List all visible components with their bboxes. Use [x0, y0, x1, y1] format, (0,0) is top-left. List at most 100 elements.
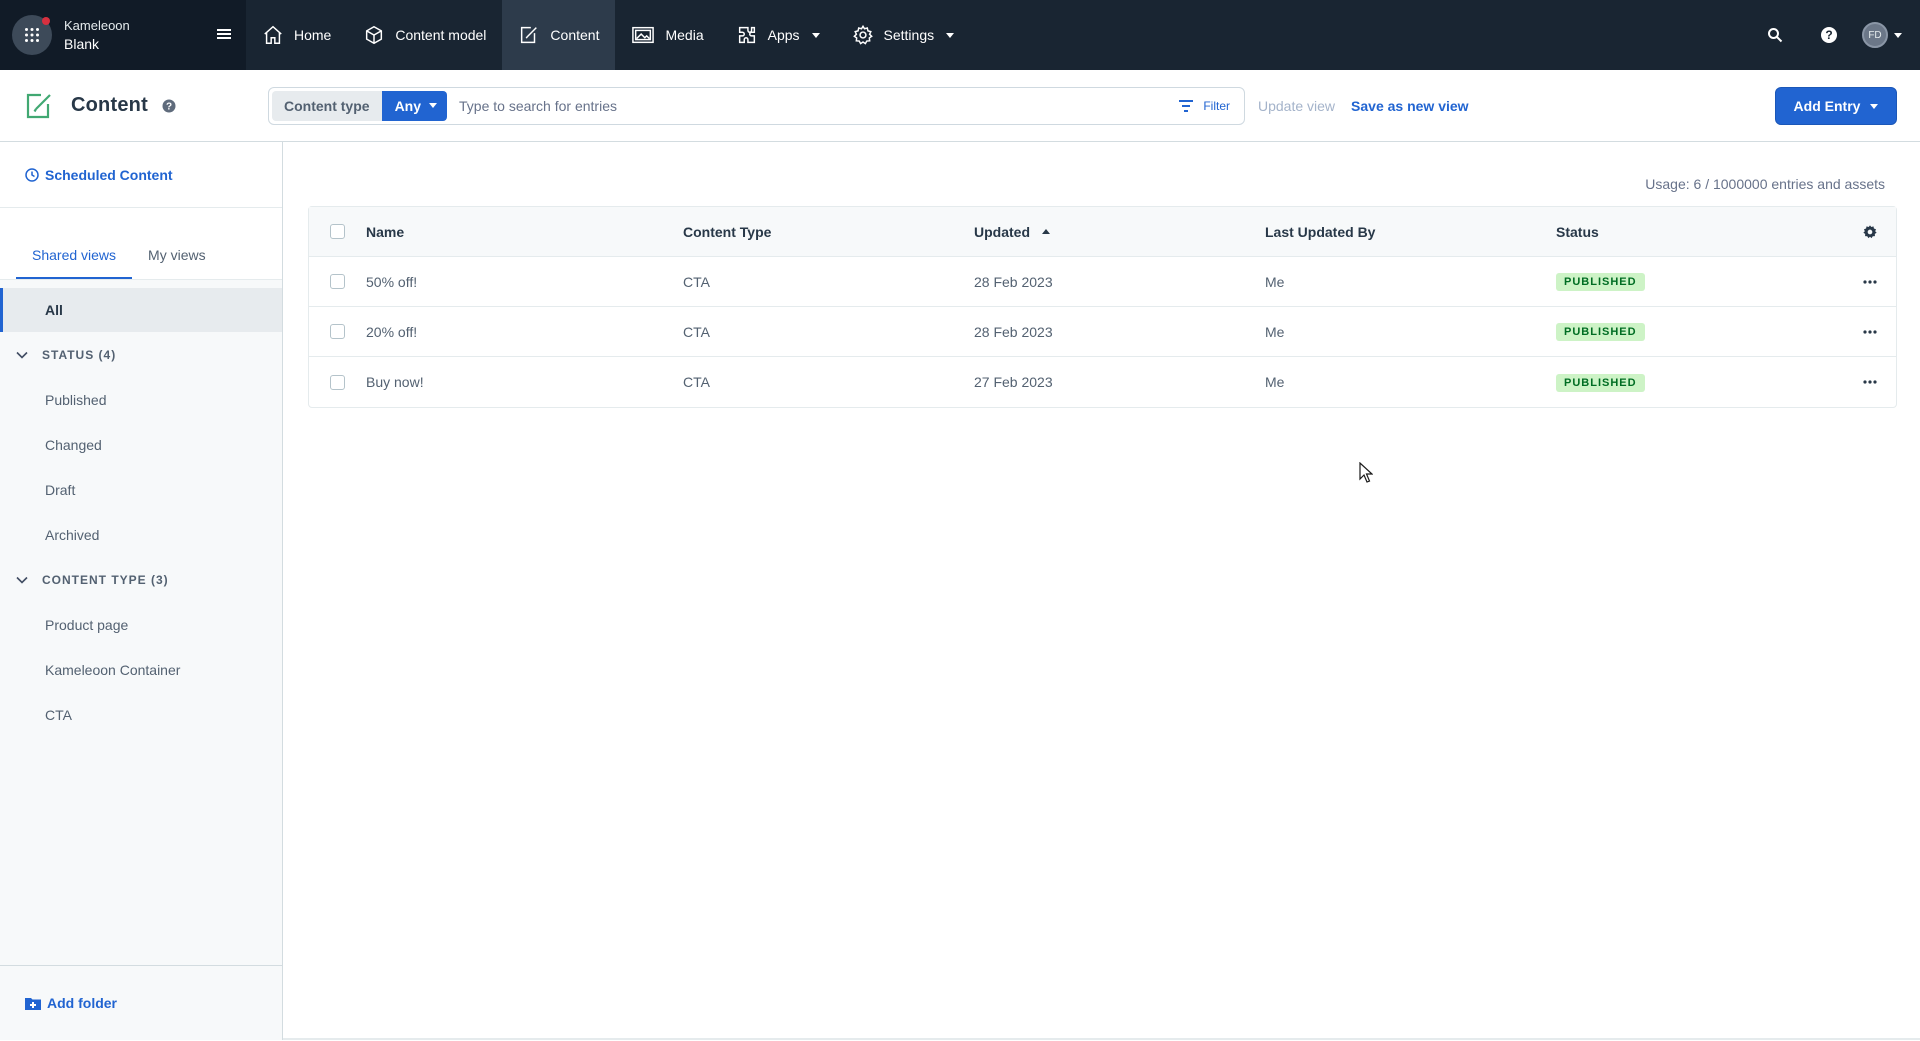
search-bar: Content type Any Filter: [268, 86, 1245, 125]
view-draft[interactable]: Draft: [0, 467, 282, 512]
add-entry-label: Add Entry: [1793, 98, 1861, 114]
entry-name[interactable]: 20% off!: [366, 324, 683, 340]
entry-updated: 28 Feb 2023: [974, 323, 1053, 340]
row-checkbox[interactable]: [330, 274, 345, 289]
content-type-selector[interactable]: Any: [381, 90, 448, 121]
row-actions-button[interactable]: [1847, 279, 1892, 284]
row-checkbox[interactable]: [330, 324, 345, 339]
page-title-area: Content ?: [0, 92, 268, 120]
table-settings-button[interactable]: [1847, 224, 1892, 240]
chevron-down-icon: [16, 351, 28, 359]
sort-ascending-icon: [1042, 229, 1050, 234]
gear-icon: [852, 24, 873, 45]
home-icon: [264, 25, 282, 44]
folder-content-type-label: CONTENT TYPE (3): [42, 572, 169, 587]
usage-info: Usage: 6 / 1000000 entries and assets: [1645, 176, 1885, 192]
view-cta[interactable]: CTA: [0, 692, 282, 737]
row-checkbox[interactable]: [330, 374, 345, 390]
app-launcher-button[interactable]: [12, 15, 52, 55]
entry-content-type: CTA: [683, 374, 710, 390]
chevron-down-icon: [16, 576, 28, 584]
chevron-down-icon: [1870, 103, 1879, 109]
table-row[interactable]: 20% off! CTA 28 Feb 2023 Me PUBLISHED: [309, 307, 1896, 357]
table-header: Name Content Type Updated Last Updated B…: [309, 207, 1896, 257]
column-updated[interactable]: Updated: [974, 224, 1265, 240]
table-row[interactable]: Buy now! CTA 27 Feb 2023 Me PUBLISHED: [309, 357, 1896, 407]
entry-updated-by: Me: [1265, 273, 1285, 290]
update-view-button[interactable]: Update view: [1258, 98, 1335, 114]
page-title: Content: [71, 94, 148, 116]
entry-name[interactable]: 50% off!: [366, 274, 683, 290]
media-icon: [632, 26, 655, 44]
entry-updated: 27 Feb 2023: [974, 374, 1053, 390]
search-icon: [1768, 28, 1783, 43]
add-entry-button[interactable]: Add Entry: [1775, 87, 1897, 125]
view-product-page[interactable]: Product page: [0, 602, 282, 647]
filter-button[interactable]: Filter: [1165, 91, 1244, 121]
nav-settings[interactable]: Settings: [836, 0, 971, 70]
content-type-value: Any: [394, 97, 422, 114]
svg-text:?: ?: [1825, 28, 1832, 42]
entry-updated: 28 Feb 2023: [974, 273, 1053, 290]
view-published[interactable]: Published: [0, 377, 282, 422]
add-folder-button[interactable]: Add folder: [0, 965, 282, 1040]
column-status: Status: [1556, 223, 1599, 240]
tab-shared-views[interactable]: Shared views: [16, 247, 133, 279]
entry-content-type: CTA: [683, 273, 710, 290]
nav-apps-label: Apps: [767, 27, 800, 43]
nav-media-label: Media: [665, 27, 704, 43]
gear-icon: [1862, 224, 1877, 238]
status-badge: PUBLISHED: [1556, 273, 1645, 291]
view-kameleoon-container[interactable]: Kameleoon Container: [0, 647, 282, 692]
help-icon[interactable]: ?: [162, 99, 176, 113]
tab-my-views[interactable]: My views: [132, 247, 222, 279]
content-icon: [521, 26, 538, 44]
search-input[interactable]: [459, 90, 1166, 121]
space-switcher[interactable]: Kameleoon Blank: [0, 0, 246, 70]
save-as-new-view-button[interactable]: Save as new view: [1351, 98, 1469, 114]
view-archived[interactable]: Archived: [0, 512, 282, 557]
table-row[interactable]: 50% off! CTA 28 Feb 2023 Me PUBLISHED: [309, 257, 1896, 307]
select-all-checkbox[interactable]: [330, 224, 345, 239]
nav-content[interactable]: Content: [502, 0, 616, 70]
account-menu[interactable]: FD: [1862, 22, 1902, 48]
apps-icon: [738, 26, 755, 44]
status-badge: PUBLISHED: [1556, 323, 1645, 341]
help-button[interactable]: ?: [1802, 0, 1856, 70]
chevron-down-icon: [811, 32, 820, 38]
entries-table: Name Content Type Updated Last Updated B…: [308, 206, 1897, 408]
scheduled-content-link[interactable]: Scheduled Content: [0, 142, 282, 208]
bottom-divider: [283, 1038, 1920, 1040]
entry-updated-by: Me: [1265, 374, 1285, 390]
top-navigation-bar: Kameleoon Blank Home Content model Conte…: [0, 0, 1920, 70]
nav-media[interactable]: Media: [615, 0, 719, 70]
nav-home-label: Home: [294, 27, 332, 43]
nav-settings-label: Settings: [883, 27, 935, 43]
nav-apps[interactable]: Apps: [720, 0, 836, 70]
nav-content-label: Content: [550, 27, 600, 43]
view-all[interactable]: All: [0, 288, 282, 332]
search-button[interactable]: [1748, 0, 1802, 70]
entry-name[interactable]: Buy now!: [366, 374, 683, 390]
content-type-pill-label[interactable]: Content type: [272, 90, 382, 121]
nav-content-model[interactable]: Content model: [347, 0, 502, 70]
page-header: Content ? Content type Any Filter Update…: [0, 70, 1920, 142]
folder-content-type[interactable]: CONTENT TYPE (3): [0, 557, 282, 602]
folder-status[interactable]: STATUS (4): [0, 332, 282, 377]
views-tabs: Shared views My views: [0, 208, 282, 280]
main-nav: Home Content model Content Media Apps Se…: [246, 0, 970, 70]
scheduled-content-label: Scheduled Content: [45, 166, 173, 183]
column-updated-label: Updated: [974, 223, 1030, 240]
topbar-actions: ? FD: [1748, 0, 1920, 70]
mouse-pointer-icon: [1359, 462, 1373, 483]
help-icon: ?: [1821, 27, 1837, 43]
row-actions-button[interactable]: [1847, 380, 1892, 384]
view-changed[interactable]: Changed: [0, 422, 282, 467]
row-actions-button[interactable]: [1847, 329, 1892, 334]
chevron-down-icon: [1894, 32, 1902, 38]
nav-home[interactable]: Home: [246, 0, 347, 70]
entry-updated-by: Me: [1265, 323, 1285, 340]
svg-text:?: ?: [166, 101, 172, 112]
hamburger-menu-icon[interactable]: [216, 26, 232, 42]
filter-label: Filter: [1203, 98, 1230, 113]
